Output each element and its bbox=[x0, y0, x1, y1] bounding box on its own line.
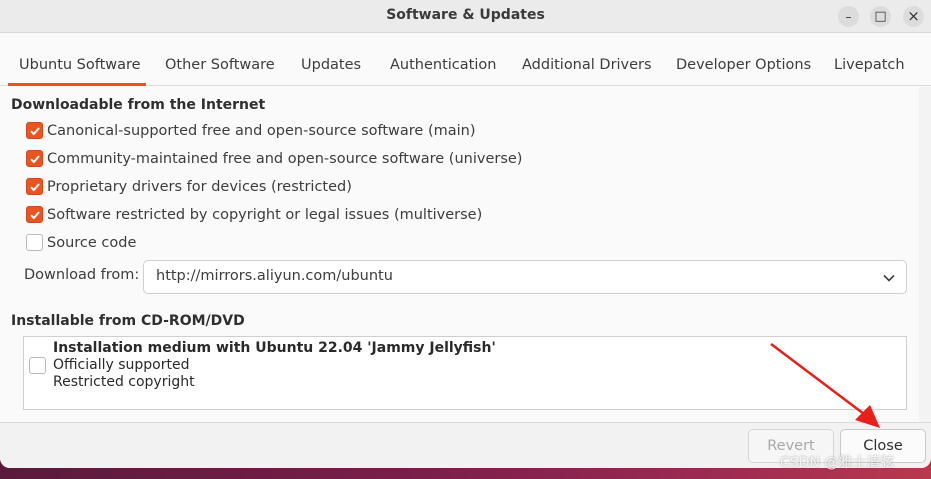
chevron-down-icon bbox=[883, 274, 895, 282]
option-restricted[interactable]: Proprietary drivers for devices (restric… bbox=[26, 178, 352, 195]
minimize-button[interactable]: – bbox=[838, 6, 859, 27]
download-server-dropdown[interactable]: http://mirrors.aliyun.com/ubuntu bbox=[143, 260, 907, 294]
tab-additional-drivers[interactable]: Additional Drivers bbox=[522, 57, 652, 73]
checkbox-main[interactable] bbox=[26, 122, 43, 139]
checkbox-restricted[interactable] bbox=[26, 178, 43, 195]
cdrom-heading: Installable from CD-ROM/DVD bbox=[11, 313, 245, 329]
maximize-button[interactable]: □ bbox=[870, 6, 891, 27]
download-server-value: http://mirrors.aliyun.com/ubuntu bbox=[156, 268, 393, 284]
close-icon: × bbox=[907, 7, 920, 25]
download-from-label: Download from: bbox=[24, 267, 140, 283]
internet-heading: Downloadable from the Internet bbox=[11, 97, 266, 113]
tab-ubuntu-software[interactable]: Ubuntu Software bbox=[19, 57, 141, 73]
close-window-button[interactable]: × bbox=[903, 6, 924, 27]
active-tab-indicator bbox=[8, 83, 146, 86]
option-main[interactable]: Canonical-supported free and open-source… bbox=[26, 122, 476, 139]
tab-livepatch[interactable]: Livepatch bbox=[834, 57, 905, 73]
option-multiverse-label: Software restricted by copyright or lega… bbox=[47, 206, 483, 223]
checkmark-icon bbox=[29, 182, 40, 191]
checkmark-icon bbox=[29, 210, 40, 219]
option-universe[interactable]: Community-maintained free and open-sourc… bbox=[26, 150, 522, 167]
option-source-code-label: Source code bbox=[47, 234, 137, 251]
minimize-icon: – bbox=[845, 9, 852, 24]
checkmark-icon bbox=[29, 126, 40, 135]
maximize-icon: □ bbox=[874, 9, 887, 24]
window-title: Software & Updates bbox=[386, 7, 545, 23]
software-updates-window: Software & Updates – □ × Ubuntu Software… bbox=[0, 0, 931, 468]
tab-updates[interactable]: Updates bbox=[301, 57, 361, 73]
tab-authentication[interactable]: Authentication bbox=[390, 57, 496, 73]
checkbox-installation-medium[interactable] bbox=[29, 357, 46, 374]
checkmark-icon bbox=[29, 154, 40, 163]
checkbox-multiverse[interactable] bbox=[26, 206, 43, 223]
title-bar: Software & Updates – □ × bbox=[0, 0, 931, 33]
installation-medium-line1: Officially supported bbox=[53, 357, 190, 373]
installation-medium-line2: Restricted copyright bbox=[53, 374, 195, 390]
checkbox-source-code[interactable] bbox=[26, 234, 43, 251]
installation-medium-title: Installation medium with Ubuntu 22.04 'J… bbox=[53, 340, 496, 356]
option-universe-label: Community-maintained free and open-sourc… bbox=[47, 150, 523, 167]
tab-developer-options[interactable]: Developer Options bbox=[676, 57, 811, 73]
tab-bar: Ubuntu Software Other Software Updates A… bbox=[0, 48, 931, 86]
option-multiverse[interactable]: Software restricted by copyright or lega… bbox=[26, 206, 482, 223]
cdrom-list: Installation medium with Ubuntu 22.04 'J… bbox=[23, 336, 907, 410]
option-main-label: Canonical-supported free and open-source… bbox=[47, 122, 476, 139]
vertical-scrollbar[interactable] bbox=[919, 87, 931, 422]
tab-other-software[interactable]: Other Software bbox=[165, 57, 275, 73]
checkbox-universe[interactable] bbox=[26, 150, 43, 167]
option-restricted-label: Proprietary drivers for devices (restric… bbox=[47, 178, 352, 195]
watermark: CSDN @雅士清弦 bbox=[780, 455, 895, 471]
option-source-code[interactable]: Source code bbox=[26, 234, 136, 251]
